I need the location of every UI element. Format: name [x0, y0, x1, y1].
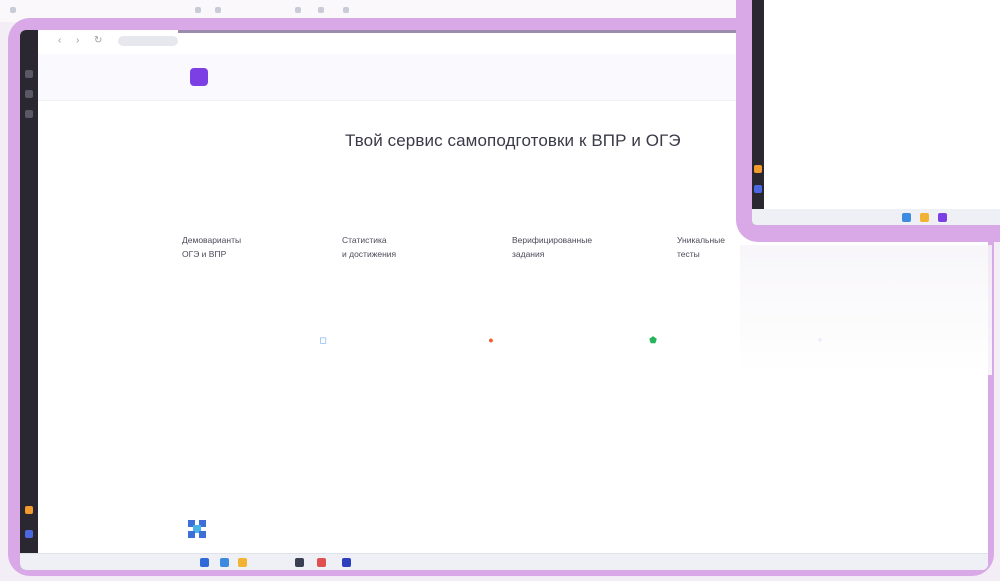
toolbar-dot: [10, 7, 16, 13]
back-arrow-icon[interactable]: ‹: [58, 36, 68, 46]
tab-strip: [178, 30, 738, 33]
rail-app-icon[interactable]: [754, 165, 762, 173]
app-logo[interactable]: [190, 68, 208, 86]
taskbar-app-icon[interactable]: [317, 558, 326, 567]
rail-app-icon[interactable]: [25, 110, 33, 118]
feature-verified-tasks[interactable]: Верифицированные задания: [512, 233, 592, 261]
toolbar-dot: [295, 7, 301, 13]
forward-arrow-icon[interactable]: ›: [76, 36, 86, 46]
start-icon[interactable]: [200, 558, 209, 567]
toolbar-dot: [318, 7, 324, 13]
left-app-rail: [20, 30, 38, 570]
rail-app-icon[interactable]: [25, 506, 33, 514]
secondary-screen: [752, 0, 1000, 225]
shield-icon: ⬟: [649, 335, 657, 345]
search-icon[interactable]: [220, 558, 229, 567]
rail-app-icon[interactable]: [25, 90, 33, 98]
toolbar-dot: [215, 7, 221, 13]
taskbar-app-icon[interactable]: [938, 213, 947, 222]
popup-reflection: [740, 245, 992, 375]
secondary-taskbar: [752, 209, 1000, 225]
rail-app-icon[interactable]: [25, 530, 33, 538]
address-bar[interactable]: [118, 36, 178, 46]
taskbar-app-icon[interactable]: [295, 558, 304, 567]
rail-app-icon[interactable]: [25, 70, 33, 78]
os-taskbar: [20, 553, 988, 570]
feature-demo-variants[interactable]: Демоварианты ОГЭ и ВПР: [182, 233, 241, 261]
square-icon: ◻: [319, 335, 327, 345]
fire-icon: ●: [488, 335, 494, 345]
taskbar-app-icon[interactable]: [902, 213, 911, 222]
toolbar-dot: [195, 7, 201, 13]
feature-statistics[interactable]: Статистика и достижения: [342, 233, 396, 261]
hero-title: Твой сервис самоподготовки к ВПР и ОГЭ: [345, 131, 681, 150]
folder-icon[interactable]: [238, 558, 247, 567]
rail-app-icon[interactable]: [754, 185, 762, 193]
taskbar-app-icon[interactable]: [342, 558, 351, 567]
toolbar-dot: [343, 7, 349, 13]
institute-logo: [188, 520, 206, 538]
feature-unique-tests[interactable]: Уникальные тесты: [677, 233, 725, 261]
taskbar-app-icon[interactable]: [920, 213, 929, 222]
secondary-app-rail: [752, 0, 764, 225]
reload-icon[interactable]: ↻: [94, 36, 104, 46]
